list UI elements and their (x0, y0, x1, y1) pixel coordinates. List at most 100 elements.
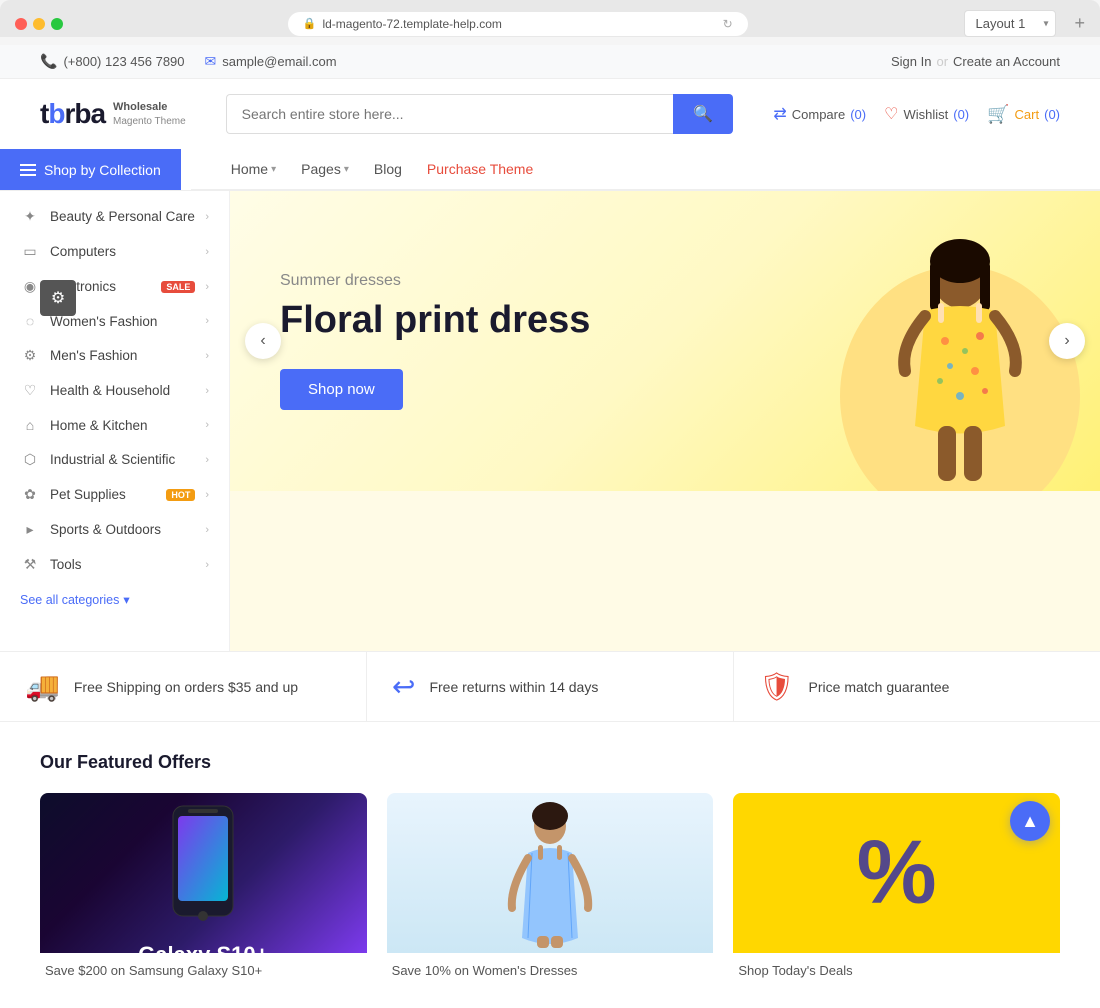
dot-green[interactable] (51, 18, 63, 30)
scroll-to-top-button[interactable]: ▲ (1010, 801, 1050, 841)
home-kitchen-arrow: › (205, 419, 209, 431)
wishlist-link[interactable]: ♡ Wishlist (0) (884, 104, 969, 124)
email-icon: ✉ (205, 53, 217, 70)
featured-grid: Galaxy S10+ Save $200 on Samsung Galaxy … (40, 793, 1060, 978)
browser-url-bar[interactable]: 🔒 ld-magento-72.template-help.com ↻ (288, 12, 748, 36)
featured-card-galaxy[interactable]: Galaxy S10+ Save $200 on Samsung Galaxy … (40, 793, 367, 978)
settings-gear-button[interactable]: ⚙ (40, 280, 76, 316)
sports-icon: ▸ (20, 521, 40, 538)
logo[interactable]: tbrba Wholesale Magento Theme (40, 98, 186, 130)
top-bar-or: or (936, 54, 948, 69)
slider-prev-button[interactable]: ‹ (245, 323, 281, 359)
sign-in-link[interactable]: Sign In (891, 54, 931, 69)
percent-symbol: % (857, 828, 937, 918)
featured-card-women[interactable]: Save 10% on Women's Dresses (387, 793, 714, 978)
browser-dots: 🔒 ld-magento-72.template-help.com ↻ Layo… (15, 10, 1085, 37)
sidebar-item-tools[interactable]: ⚒ Tools › (0, 547, 229, 582)
hero-content: Summer dresses Floral print dress Shop n… (230, 232, 820, 450)
sidebar-item-home-kitchen[interactable]: ⌂ Home & Kitchen › (0, 408, 229, 442)
sidebar-label-home-kitchen: Home & Kitchen (50, 418, 195, 433)
main-layout: ✦ Beauty & Personal Care › ▭ Computers ›… (0, 191, 1100, 651)
featured-section: Our Featured Offers (0, 722, 1100, 1008)
hero-background: Summer dresses Floral print dress Shop n… (230, 191, 1100, 491)
galaxy-text: Galaxy S10+ (40, 942, 367, 968)
page-content: 📞 (+800) 123 456 7890 ✉ sample@email.com… (0, 45, 1100, 1008)
chevron-up-icon: ▲ (1021, 811, 1039, 832)
sidebar-item-health[interactable]: ♡ Health & Household › (0, 373, 229, 408)
layout-select[interactable]: Layout 1 (964, 10, 1056, 37)
sidebar-item-beauty[interactable]: ✦ Beauty & Personal Care › (0, 199, 229, 234)
top-bar-left: 📞 (+800) 123 456 7890 ✉ sample@email.com (40, 53, 337, 70)
shop-by-label: Shop by Collection (44, 162, 161, 178)
sidebar-label-pet: Pet Supplies (50, 487, 152, 502)
cart-link[interactable]: 🛒 Cart (0) (987, 104, 1060, 125)
logo-text: tbrba (40, 98, 105, 130)
nav-purchase-theme[interactable]: Purchase Theme (427, 149, 533, 189)
computers-arrow: › (205, 246, 209, 258)
main-nav: Home ▾ Pages ▾ Blog Purchase Theme (191, 149, 1100, 190)
cart-label: Cart (1015, 107, 1040, 122)
nav-pages[interactable]: Pages ▾ (301, 149, 349, 189)
sidebar-label-industrial: Industrial & Scientific (50, 452, 195, 467)
email-address: sample@email.com (222, 54, 336, 69)
sidebar-label-sports: Sports & Outdoors (50, 522, 195, 537)
dot-red[interactable] (15, 18, 27, 30)
hero-title: Floral print dress (280, 298, 770, 344)
sidebar-item-womens-fashion[interactable]: ◌ Women's Fashion › (0, 304, 229, 338)
health-icon: ♡ (20, 382, 40, 399)
hero-slider: Summer dresses Floral print dress Shop n… (230, 191, 1100, 491)
benefit-shipping: 🚚 Free Shipping on orders $35 and up (0, 652, 367, 721)
wishlist-count: (0) (953, 107, 969, 122)
shipping-text: Free Shipping on orders $35 and up (74, 679, 298, 695)
logo-subtitle: Wholesale Magento Theme (113, 100, 186, 127)
add-tab-btn[interactable]: + (1074, 13, 1085, 34)
benefit-returns: ↩ Free returns within 14 days (367, 652, 734, 721)
compare-link[interactable]: ⇄ Compare (0) (773, 104, 866, 124)
see-all-arrow: ▾ (123, 592, 129, 607)
health-arrow: › (205, 385, 209, 397)
sidebar-item-electronics[interactable]: ◉ Electronics Sale › (0, 269, 229, 304)
benefit-price-match: 🛡 Price match guarantee (734, 652, 1100, 721)
sidebar-label-health: Health & Household (50, 383, 195, 398)
galaxy-image-content: Galaxy S10+ (143, 801, 263, 946)
sidebar-label-mens-fashion: Men's Fashion (50, 348, 195, 363)
shop-by-button[interactable]: Shop by Collection (0, 149, 181, 190)
compare-icon: ⇄ (773, 104, 786, 124)
nav-container: Shop by Collection Home ▾ Pages ▾ Blog P… (0, 149, 1100, 191)
sidebar-item-sports[interactable]: ▸ Sports & Outdoors › (0, 512, 229, 547)
url-text: ld-magento-72.template-help.com (322, 17, 501, 31)
womens-fashion-icon: ◌ (20, 313, 40, 329)
industrial-arrow: › (205, 454, 209, 466)
returns-text: Free returns within 14 days (429, 679, 598, 695)
sidebar: ✦ Beauty & Personal Care › ▭ Computers ›… (0, 191, 230, 651)
pet-arrow: › (205, 489, 209, 501)
nav-home-arrow: ▾ (271, 164, 276, 175)
sidebar-item-pet[interactable]: ✿ Pet Supplies Hot › (0, 477, 229, 512)
wishlist-label: Wishlist (903, 107, 948, 122)
industrial-icon: ⬡ (20, 451, 40, 468)
nav-pages-arrow: ▾ (344, 164, 349, 175)
see-all-link[interactable]: See all categories ▾ (0, 582, 229, 617)
hero-shop-now-button[interactable]: Shop now (280, 369, 403, 410)
electronics-arrow: › (205, 281, 209, 293)
sidebar-item-mens-fashion[interactable]: ⚙ Men's Fashion › (0, 338, 229, 373)
sidebar-item-computers[interactable]: ▭ Computers › (0, 234, 229, 269)
tools-arrow: › (205, 559, 209, 571)
nav-home[interactable]: Home ▾ (231, 149, 276, 189)
sidebar-label-beauty: Beauty & Personal Care (50, 209, 195, 224)
mens-fashion-icon: ⚙ (20, 347, 40, 364)
sidebar-label-tools: Tools (50, 557, 195, 572)
create-account-link[interactable]: Create an Account (953, 54, 1060, 69)
phone-number: (+800) 123 456 7890 (63, 54, 184, 69)
search-button[interactable]: 🔍 (673, 94, 733, 134)
sidebar-label-computers: Computers (50, 244, 195, 259)
search-input[interactable] (226, 94, 674, 134)
pet-icon: ✿ (20, 486, 40, 503)
womens-fashion-arrow: › (205, 315, 209, 327)
slider-next-button[interactable]: › (1049, 323, 1085, 359)
sidebar-item-industrial[interactable]: ⬡ Industrial & Scientific › (0, 442, 229, 477)
mens-fashion-arrow: › (205, 350, 209, 362)
dot-yellow[interactable] (33, 18, 45, 30)
price-match-text: Price match guarantee (809, 679, 950, 695)
nav-blog[interactable]: Blog (374, 149, 402, 189)
